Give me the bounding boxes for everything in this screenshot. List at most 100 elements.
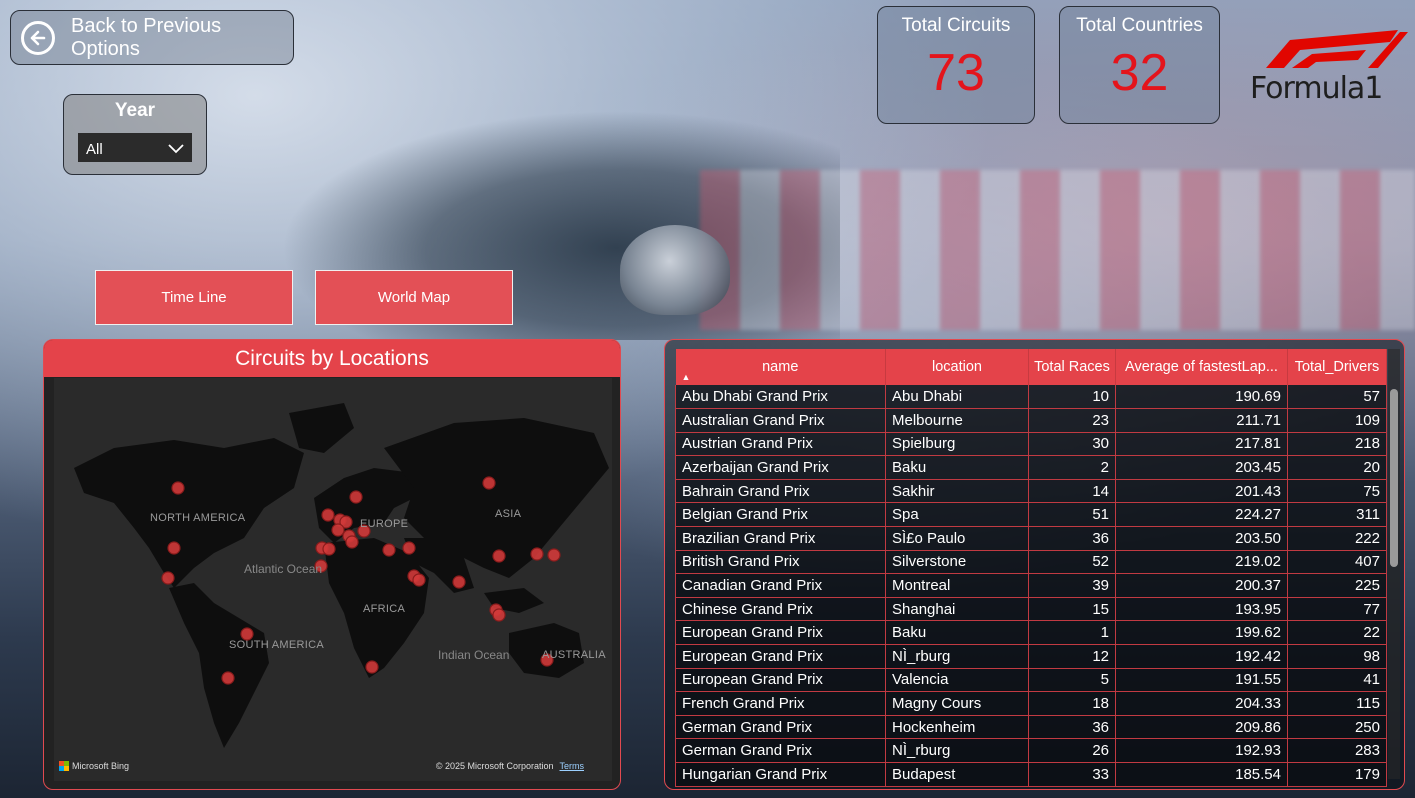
world-map[interactable]: NORTH AMERICA EUROPE ASIA Atlantic Ocean… xyxy=(54,378,612,781)
map-copyright: © 2025 Microsoft Corporation Terms xyxy=(436,761,584,771)
table-cell: 5 xyxy=(1028,668,1116,693)
table-row[interactable]: German Grand Prix NÌ_rburg 26 192.93 283 xyxy=(675,738,1387,763)
table-cell: SÌ£o Paulo xyxy=(885,526,1029,551)
table-row[interactable]: Chinese Grand Prix Shanghai 15 193.95 77 xyxy=(675,597,1387,622)
table-row[interactable]: Belgian Grand Prix Spa 51 224.27 311 xyxy=(675,502,1387,528)
table-cell: British Grand Prix xyxy=(675,550,886,575)
table-cell: 26 xyxy=(1028,738,1116,763)
table-cell: 14 xyxy=(1028,479,1116,504)
year-dropdown[interactable]: All xyxy=(78,133,192,162)
table-cell: 224.27 xyxy=(1115,502,1288,528)
table-row[interactable]: German Grand Prix Hockenheim 36 209.86 250 xyxy=(675,715,1387,740)
map-label-africa: AFRICA xyxy=(363,603,406,615)
table-row[interactable]: Hungarian Grand Prix Budapest 33 185.54 179 xyxy=(675,762,1387,787)
table-cell: 109 xyxy=(1287,408,1387,433)
timeline-button-label: Time Line xyxy=(161,289,227,306)
table-cell: 52 xyxy=(1028,550,1116,575)
bing-attribution: Microsoft Bing xyxy=(59,761,129,771)
table-cell: Shanghai xyxy=(885,597,1029,622)
chevron-down-icon xyxy=(168,141,184,158)
table-cell: 179 xyxy=(1287,762,1387,787)
circuits-table: name ▲ location Total Races Average of fa… xyxy=(675,349,1387,787)
column-header-avg-fastest-lap[interactable]: Average of fastestLap... xyxy=(1115,349,1288,385)
kpi-label: Total Countries xyxy=(1076,15,1203,36)
terms-link[interactable]: Terms xyxy=(560,761,585,771)
table-cell: French Grand Prix xyxy=(675,691,886,716)
year-filter: Year All xyxy=(63,94,207,175)
table-cell: Spa xyxy=(885,502,1029,528)
column-header-total-races[interactable]: Total Races xyxy=(1028,349,1116,385)
table-cell: Magny Cours xyxy=(885,691,1029,716)
table-cell: 18 xyxy=(1028,691,1116,716)
background-driver-helmet xyxy=(620,225,730,315)
table-cell: Montreal xyxy=(885,573,1029,598)
table-cell: 20 xyxy=(1287,455,1387,480)
table-cell: 222 xyxy=(1287,526,1387,551)
map-label-australia: AUSTRALIA xyxy=(542,649,606,661)
table-cell: European Grand Prix xyxy=(675,620,886,646)
table-cell: German Grand Prix xyxy=(675,715,886,740)
table-cell: Hungarian Grand Prix xyxy=(675,762,886,787)
table-row[interactable]: Brazilian Grand Prix SÌ£o Paulo 36 203.50 22… xyxy=(675,526,1387,551)
table-cell: 203.45 xyxy=(1115,455,1288,480)
table-cell: 2 xyxy=(1028,455,1116,480)
table-row[interactable]: European Grand Prix NÌ_rburg 12 192.42 98 xyxy=(675,644,1387,669)
table-cell: 57 xyxy=(1287,385,1387,410)
table-cell: 15 xyxy=(1028,597,1116,622)
year-dropdown-value: All xyxy=(86,141,103,158)
table-row[interactable]: Australian Grand Prix Melbourne 23 211.71 10… xyxy=(675,408,1387,433)
table-row[interactable]: Canadian Grand Prix Montreal 39 200.37 225 xyxy=(675,573,1387,598)
table-cell: Baku xyxy=(885,620,1029,646)
table-cell: Silverstone xyxy=(885,550,1029,575)
table-cell: Sakhir xyxy=(885,479,1029,504)
table-row[interactable]: French Grand Prix Magny Cours 18 204.33 115 xyxy=(675,691,1387,716)
year-filter-title: Year xyxy=(114,100,156,121)
table-cell: 192.42 xyxy=(1115,644,1288,669)
world-map-button[interactable]: World Map xyxy=(315,270,513,325)
table-cell: 250 xyxy=(1287,715,1387,740)
table-cell: NÌ_rburg xyxy=(885,644,1029,669)
table-cell: 75 xyxy=(1287,479,1387,504)
table-cell: 209.86 xyxy=(1115,715,1288,740)
table-row[interactable]: Austrian Grand Prix Spielburg 30 217.81 218 xyxy=(675,432,1387,457)
table-cell: NÌ_rburg xyxy=(885,738,1029,763)
table-cell: 225 xyxy=(1287,573,1387,598)
table-cell: 1 xyxy=(1028,620,1116,646)
table-cell: 201.43 xyxy=(1115,479,1288,504)
table-row[interactable]: Abu Dhabi Grand Prix Abu Dhabi 10 190.69 57 xyxy=(675,385,1387,410)
back-button[interactable]: Back to Previous Options xyxy=(10,10,294,65)
table-cell: Valencia xyxy=(885,668,1029,693)
map-title: Circuits by Locations xyxy=(44,340,620,377)
table-cell: 22 xyxy=(1287,620,1387,646)
map-label-europe: EUROPE xyxy=(360,518,409,530)
table-cell: 193.95 xyxy=(1115,597,1288,622)
scrollbar-thumb[interactable] xyxy=(1390,389,1398,567)
table-row[interactable]: Azerbaijan Grand Prix Baku 2 203.45 20 xyxy=(675,455,1387,480)
table-row[interactable]: British Grand Prix Silverstone 52 219.02 407 xyxy=(675,550,1387,575)
table-cell: 190.69 xyxy=(1115,385,1288,410)
column-header-location[interactable]: location xyxy=(885,349,1029,385)
table-cell: Belgian Grand Prix xyxy=(675,502,886,528)
table-row[interactable]: European Grand Prix Valencia 5 191.55 41 xyxy=(675,668,1387,693)
table-cell: 311 xyxy=(1287,502,1387,528)
table-cell: 217.81 xyxy=(1115,432,1288,457)
map-label-indian-ocean: Indian Ocean xyxy=(438,648,510,662)
table-cell: European Grand Prix xyxy=(675,668,886,693)
kpi-value: 73 xyxy=(927,44,985,102)
timeline-button[interactable]: Time Line xyxy=(95,270,293,325)
table-cell: Austrian Grand Prix xyxy=(675,432,886,457)
table-cell: 283 xyxy=(1287,738,1387,763)
kpi-label: Total Circuits xyxy=(901,15,1011,36)
column-header-total-drivers[interactable]: Total_Drivers xyxy=(1287,349,1387,385)
table-cell: 33 xyxy=(1028,762,1116,787)
table-row[interactable]: Bahrain Grand Prix Sakhir 14 201.43 75 xyxy=(675,479,1387,504)
circuits-map-panel: Circuits by Locations NORTH AMERICA EURO… xyxy=(43,339,621,790)
table-cell: Bahrain Grand Prix xyxy=(675,479,886,504)
map-label-asia: ASIA xyxy=(495,508,522,520)
table-row[interactable]: European Grand Prix Baku 1 199.62 22 xyxy=(675,620,1387,646)
table-scrollbar[interactable] xyxy=(1388,349,1400,779)
table-cell: European Grand Prix xyxy=(675,644,886,669)
table-cell: Baku xyxy=(885,455,1029,480)
table-cell: 218 xyxy=(1287,432,1387,457)
column-header-name[interactable]: name ▲ xyxy=(675,349,886,385)
